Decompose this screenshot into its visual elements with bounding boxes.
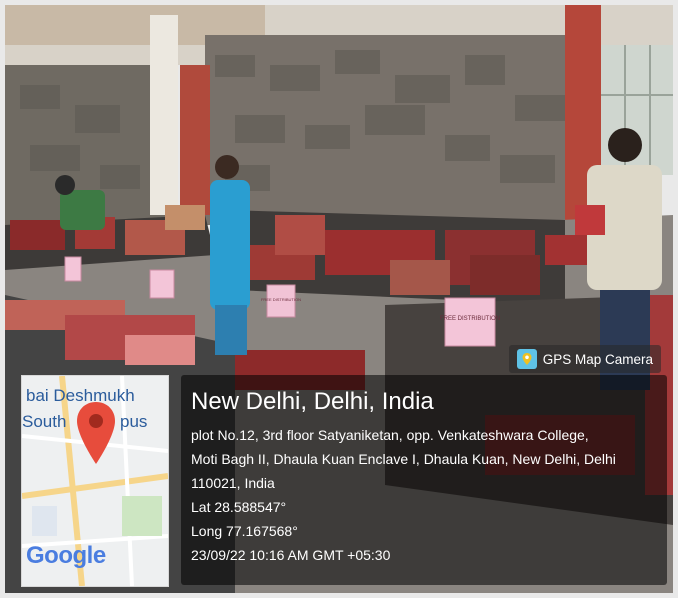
longitude: Long 77.167568°	[191, 523, 298, 539]
location-pin-icon	[77, 402, 115, 464]
map-label-3: pus	[120, 412, 148, 431]
gps-badge: GPS Map Camera	[508, 345, 661, 373]
address-line-2: Moti Bagh II, Dhaula Kuan Enclave I, Dha…	[191, 451, 616, 467]
free-distribution-sign-1: FREE DISTRIBUTION	[440, 316, 500, 322]
address-line-1: plot No.12, 3rd floor Satyaniketan, opp.…	[191, 427, 589, 443]
city-title: New Delhi, Delhi, India	[191, 388, 434, 415]
free-distribution-sign-2: FREE DISTRIBUTION	[261, 297, 301, 302]
address-line-3: 110021, India	[191, 475, 275, 491]
map-thumbnail: bai Deshmukh South pus Google	[21, 375, 169, 587]
latitude: Lat 28.588547°	[191, 499, 287, 515]
google-logo: Google	[26, 542, 106, 569]
datetime: 23/09/22 10:16 AM GMT +05:30	[191, 547, 391, 563]
photo-frame: FREE DISTRIBUTION FREE DISTRIBUTION GPS …	[5, 5, 673, 593]
gps-badge-label: GPS Map Camera	[542, 351, 653, 367]
map-camera-icon	[516, 349, 537, 369]
location-info-panel: New Delhi, Delhi, India plot No.12, 3rd …	[181, 375, 667, 585]
map-label-2: South	[22, 412, 67, 431]
